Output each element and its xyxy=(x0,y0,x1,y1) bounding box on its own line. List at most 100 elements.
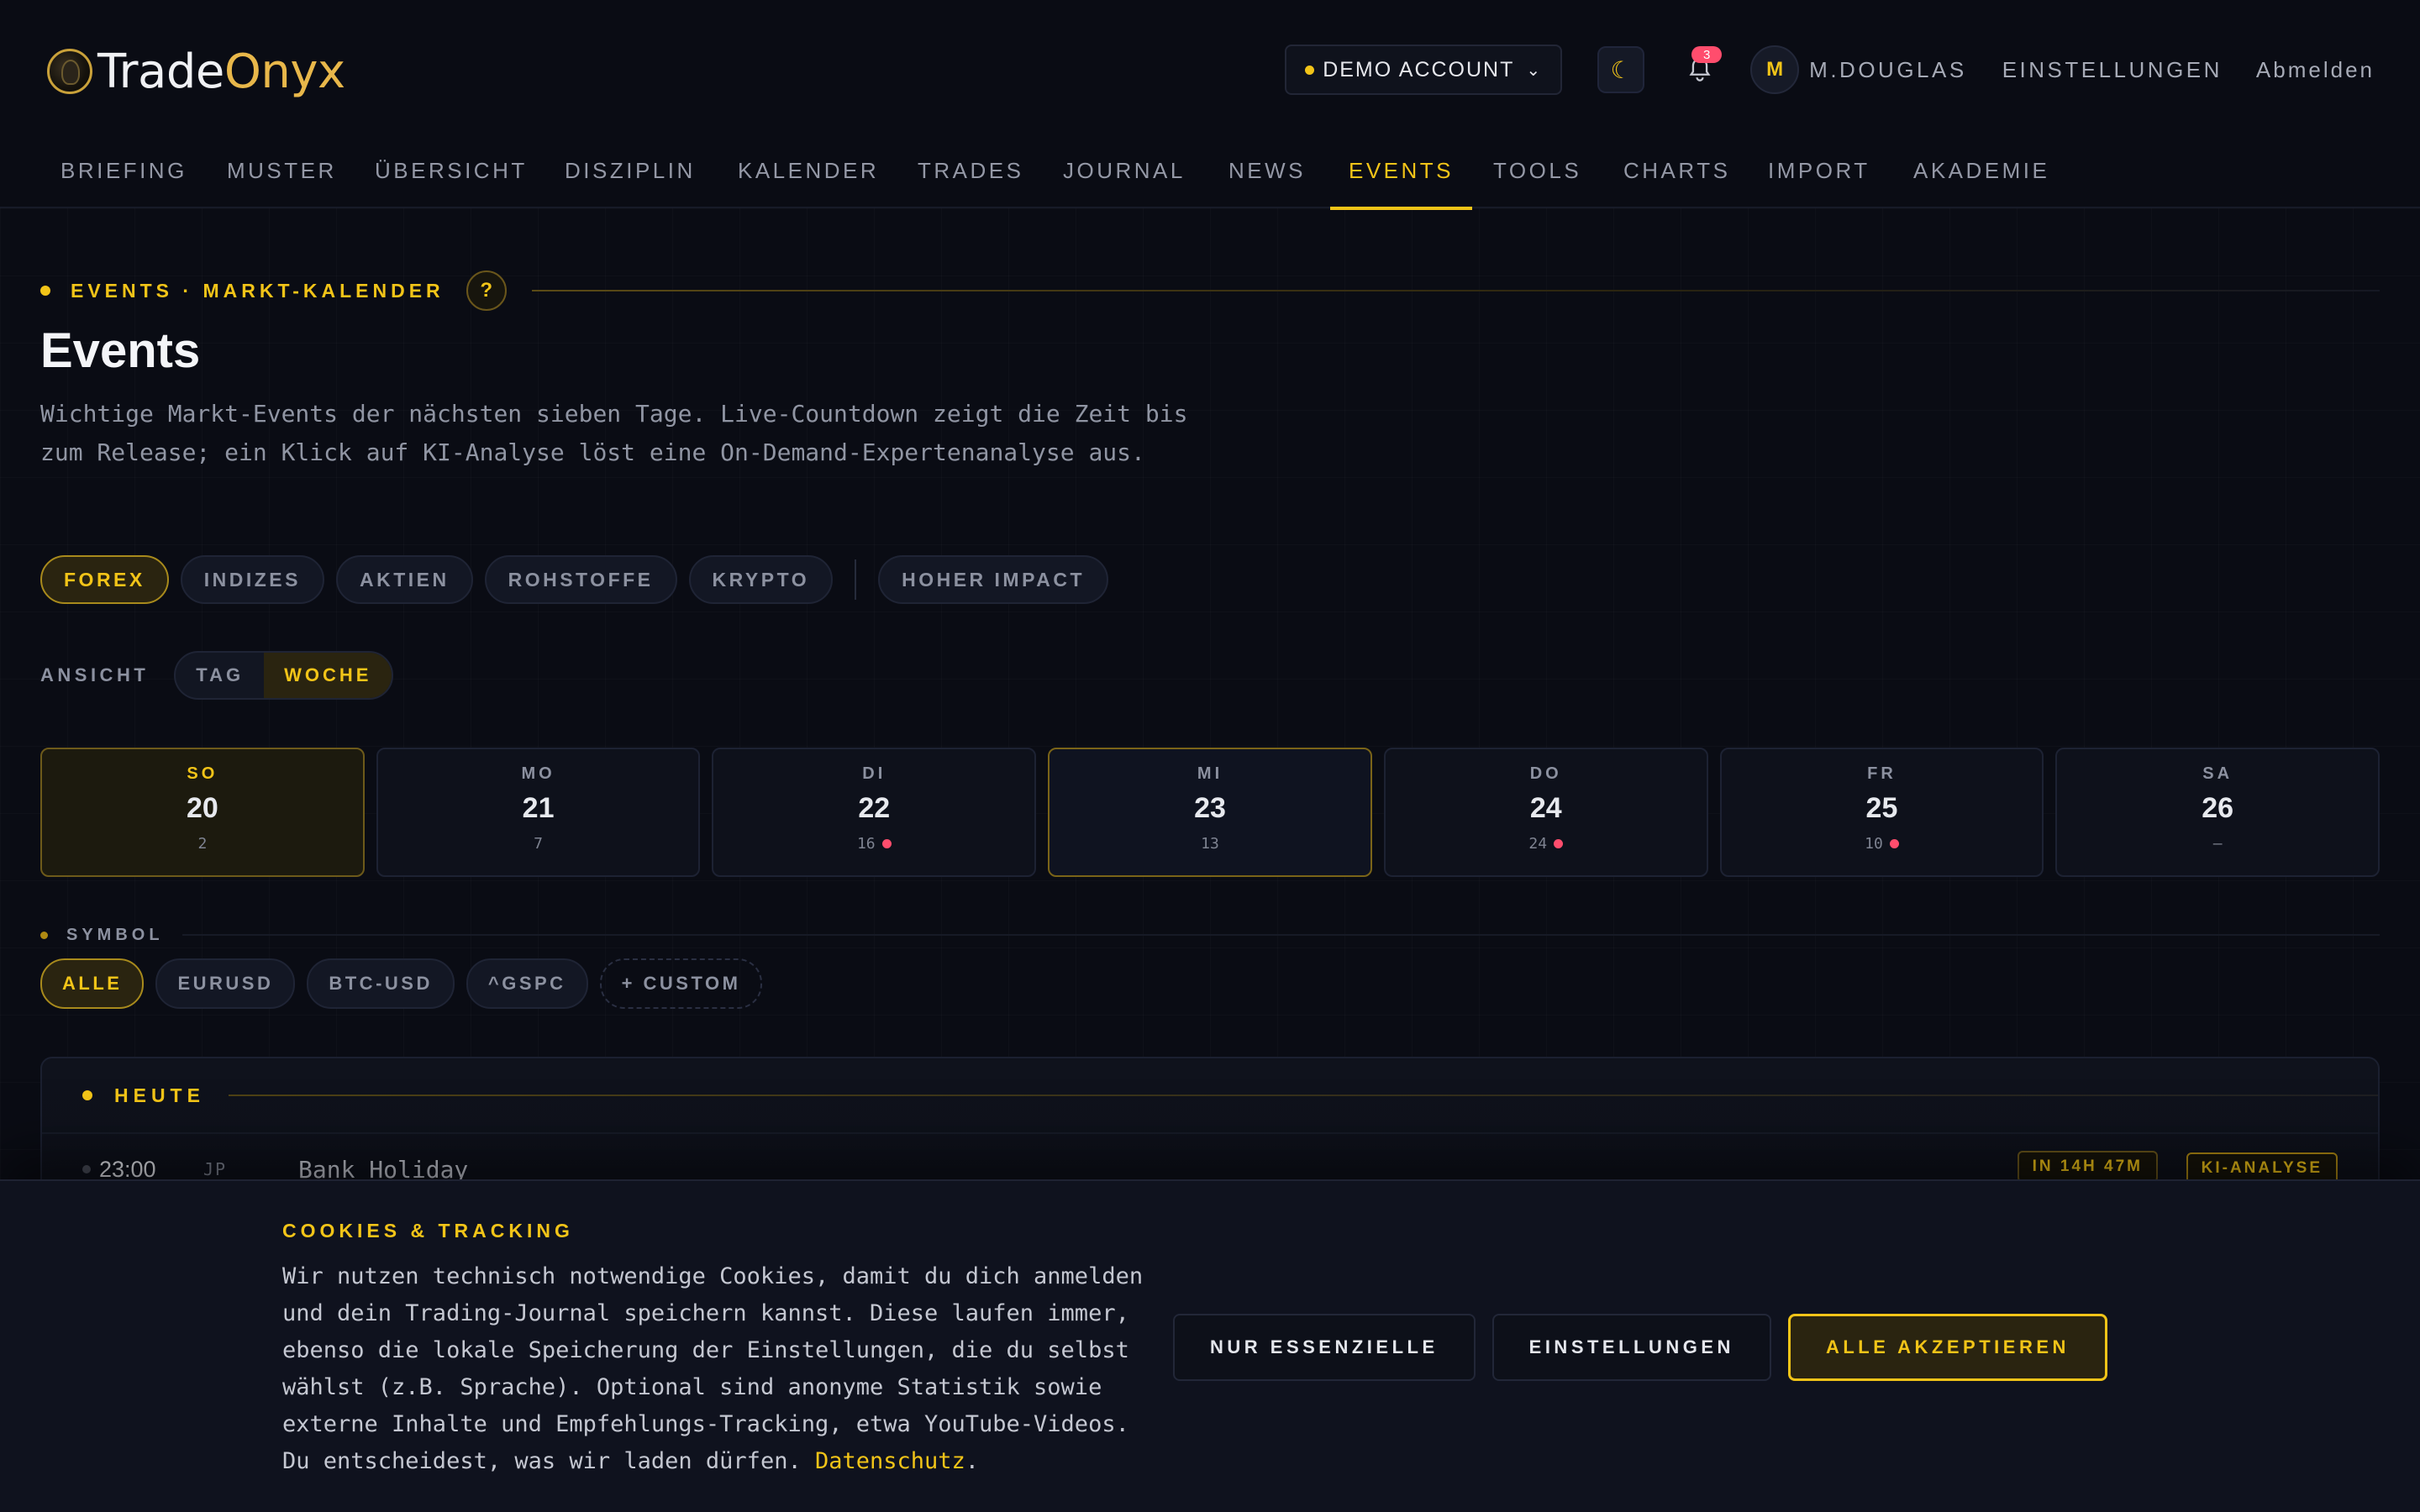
user-name[interactable]: M.DOUGLAS xyxy=(1809,57,1967,83)
filter-krypto[interactable]: KRYPTO xyxy=(688,555,834,604)
day-event-count: 7 xyxy=(534,835,543,853)
day-name: MO xyxy=(521,764,555,783)
week-days: SO 20 2 MO 21 7 DI 22 16 MI 23 13 DO 24 … xyxy=(40,748,2381,877)
symbol-header: SYMBOL xyxy=(40,924,2380,946)
countdown-badge: IN 14H 47M xyxy=(2017,1151,2158,1183)
nav-item-import[interactable]: IMPORT xyxy=(1768,158,1870,208)
avatar[interactable]: M xyxy=(1750,45,1800,94)
main-nav: BRIEFING MUSTER ÜBERSICHT DISZIPLIN KALE… xyxy=(0,139,2420,210)
day-number: 20 xyxy=(186,792,218,824)
nav-item-disziplin[interactable]: DISZIPLIN xyxy=(565,158,696,208)
filter-forex[interactable]: FOREX xyxy=(40,555,169,604)
day-card[interactable]: SO 20 2 xyxy=(40,748,365,877)
day-event-count: 24 xyxy=(1528,835,1564,853)
section-title: HEUTE xyxy=(114,1084,205,1106)
filter-high-impact[interactable]: HOHER IMPACT xyxy=(878,555,1108,604)
eyebrow-dot-icon xyxy=(40,286,50,296)
chevron-down-icon: ⌄ xyxy=(1526,60,1543,80)
nav-item-kalender[interactable]: KALENDER xyxy=(738,158,879,208)
symbol-alle[interactable]: ALLE xyxy=(40,958,145,1009)
view-label: ANSICHT xyxy=(40,664,150,685)
cookie-actions: NUR ESSENZIELLE EINSTELLUNGEN ALLE AKZEP… xyxy=(1173,1314,2107,1381)
theme-toggle-button[interactable]: ☾ xyxy=(1597,46,1645,93)
day-name: FR xyxy=(1867,764,1897,783)
section-eyebrow: EVENTS · MARKT-KALENDER ? xyxy=(40,267,2380,314)
day-number: 23 xyxy=(1194,792,1226,824)
logo[interactable]: TradeOnyx xyxy=(47,42,345,101)
nav-item-briefing[interactable]: BRIEFING xyxy=(60,158,187,208)
day-name: DI xyxy=(862,764,886,783)
notifications-button[interactable]: 3 xyxy=(1676,46,1723,93)
filter-indizes[interactable]: INDIZES xyxy=(180,555,324,604)
day-number: 26 xyxy=(2202,792,2234,824)
high-impact-dot-icon xyxy=(1889,839,1899,848)
header-actions: DEMO ACCOUNT ⌄ ☾ 3 M M.DOUGLAS EINSTELLU… xyxy=(1285,45,2375,95)
day-card[interactable]: DO 24 24 xyxy=(1383,748,1708,877)
symbol-gspc[interactable]: ^GSPC xyxy=(466,958,588,1009)
day-event-count: 16 xyxy=(857,835,892,853)
account-label: DEMO ACCOUNT xyxy=(1323,57,1515,81)
day-event-count: 2 xyxy=(197,835,208,853)
nav-item-tools[interactable]: TOOLS xyxy=(1493,158,1581,208)
day-card[interactable]: MO 21 7 xyxy=(376,748,701,877)
day-number: 24 xyxy=(1529,792,1562,824)
cookie-settings-button[interactable]: EINSTELLUNGEN xyxy=(1491,1314,1771,1381)
divider xyxy=(182,934,2380,936)
day-number: 21 xyxy=(522,792,555,824)
moon-icon: ☾ xyxy=(1610,56,1632,83)
filter-aktien[interactable]: AKTIEN xyxy=(335,555,473,604)
cookie-title: COOKIES & TRACKING xyxy=(282,1220,574,1242)
nav-item-uebersicht[interactable]: ÜBERSICHT xyxy=(375,158,528,208)
top-header: TradeOnyx DEMO ACCOUNT ⌄ ☾ 3 M M.DOUGLAS… xyxy=(0,0,2420,139)
symbol-filters: ALLE EURUSD BTC-USD ^GSPC + CUSTOM xyxy=(40,958,763,1009)
day-number: 22 xyxy=(858,792,891,824)
accept-all-button[interactable]: ALLE AKZEPTIEREN xyxy=(1787,1314,2107,1381)
day-number: 25 xyxy=(1865,792,1898,824)
nav-item-muster[interactable]: MUSTER xyxy=(227,158,337,208)
logo-mark-icon xyxy=(47,49,92,94)
nav-item-events[interactable]: EVENTS xyxy=(1329,158,1473,210)
divider xyxy=(228,1095,2378,1096)
essential-only-button[interactable]: NUR ESSENZIELLE xyxy=(1173,1314,1476,1381)
settings-link[interactable]: EINSTELLUNGEN xyxy=(2002,57,2223,83)
symbol-btc-usd[interactable]: BTC-USD xyxy=(307,958,455,1009)
section-dot-icon xyxy=(82,1090,92,1100)
day-card[interactable]: DI 22 16 xyxy=(712,748,1037,877)
nav-item-news[interactable]: NEWS xyxy=(1228,158,1306,208)
day-card[interactable]: FR 25 10 xyxy=(1719,748,2044,877)
logout-link[interactable]: Abmelden xyxy=(2256,57,2375,83)
privacy-link[interactable]: Datenschutz xyxy=(815,1448,965,1474)
status-dot-icon xyxy=(1305,65,1315,75)
cookie-text: Wir nutzen technisch notwendige Cookies,… xyxy=(282,1263,1144,1474)
filter-rohstoffe[interactable]: ROHSTOFFE xyxy=(484,555,677,604)
cookie-banner: COOKIES & TRACKING Wir nutzen technisch … xyxy=(0,1179,2420,1512)
impact-dot-icon xyxy=(82,1165,91,1173)
symbol-dot-icon xyxy=(40,931,48,939)
day-card[interactable]: MI 23 13 xyxy=(1048,748,1372,877)
symbol-label: SYMBOL xyxy=(66,925,164,944)
view-option-tag[interactable]: TAG xyxy=(176,653,264,698)
day-event-count: 13 xyxy=(1201,835,1219,853)
nav-item-journal[interactable]: JOURNAL xyxy=(1063,158,1186,208)
event-country: JP xyxy=(203,1159,228,1179)
view-toggle-row: ANSICHT TAG WOCHE xyxy=(40,650,394,701)
add-custom-symbol-button[interactable]: + CUSTOM xyxy=(599,958,763,1009)
nav-item-charts[interactable]: CHARTS xyxy=(1623,158,1730,208)
symbol-eurusd[interactable]: EURUSD xyxy=(155,958,296,1009)
divider xyxy=(855,559,857,600)
category-filters: FOREX INDIZES AKTIEN ROHSTOFFE KRYPTO HO… xyxy=(40,554,1108,605)
day-event-count: 10 xyxy=(1865,835,1899,853)
account-switcher[interactable]: DEMO ACCOUNT ⌄ xyxy=(1285,45,1563,95)
help-button[interactable]: ? xyxy=(466,270,507,311)
view-option-woche[interactable]: WOCHE xyxy=(264,653,392,698)
day-name: SA xyxy=(2202,764,2233,783)
logo-text: TradeOnyx xyxy=(97,44,345,99)
event-time: 23:00 xyxy=(99,1156,156,1182)
day-card[interactable]: SA 26 — xyxy=(2055,748,2381,877)
high-impact-dot-icon xyxy=(881,839,892,848)
notification-count-badge: 3 xyxy=(1691,46,1723,63)
nav-item-akademie[interactable]: AKADEMIE xyxy=(1913,158,2049,208)
card-header: HEUTE xyxy=(42,1058,2378,1134)
view-toggle: TAG WOCHE xyxy=(174,651,394,700)
nav-item-trades[interactable]: TRADES xyxy=(918,158,1023,208)
